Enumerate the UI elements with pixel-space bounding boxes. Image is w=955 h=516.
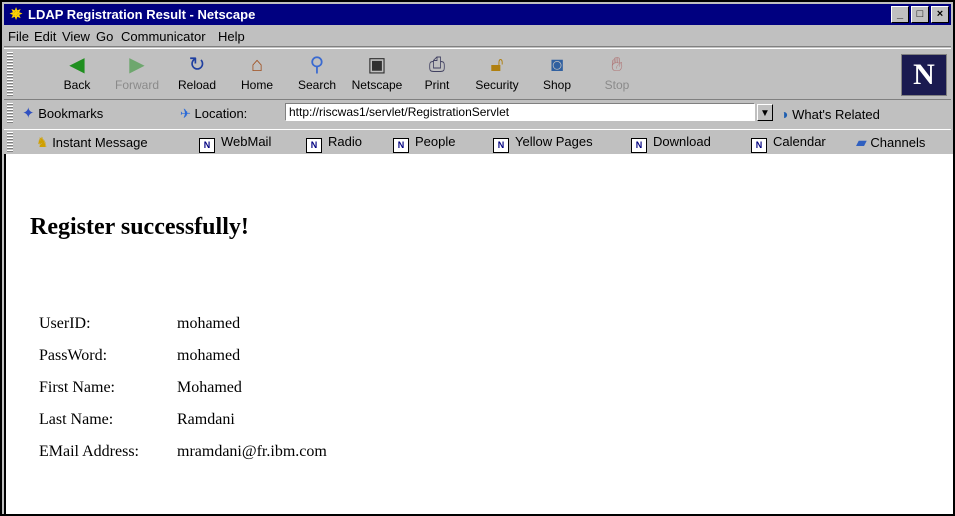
home-icon: ⌂ — [250, 54, 264, 76]
bookmark-page-icon: N — [751, 138, 767, 153]
field-label: PassWord: — [39, 347, 108, 364]
stop-icon: ✋︎ — [611, 54, 623, 76]
stop-button[interactable]: ✋︎ Stop — [588, 52, 646, 96]
personal-toolbar: ♞ Instant Message N WebMail N Radio N Peopl… — [4, 129, 951, 155]
location-toolbar-grip[interactable] — [7, 103, 13, 123]
field-row-last-name: Last Name: Ramdani — [39, 404, 235, 436]
shopping-bag-icon: ◙ — [550, 54, 564, 76]
location-dropdown-button[interactable]: ▼ — [757, 104, 773, 121]
calendar-link[interactable]: N Calendar — [751, 133, 826, 153]
bookmark-page-icon: N — [631, 138, 647, 153]
download-link[interactable]: N Download — [631, 133, 711, 153]
page-heading: Register successfully! — [30, 214, 249, 240]
bookmark-page-icon: N — [306, 138, 322, 153]
instant-message-link[interactable]: ♞ Instant Message — [36, 133, 148, 151]
reload-icon: ↻ — [188, 54, 206, 76]
home-button[interactable]: ⌂ Home — [228, 52, 286, 96]
printer-icon: ⎙ — [429, 54, 445, 76]
close-button[interactable]: × — [931, 6, 949, 23]
whats-related-button[interactable]: ◑ What's Related — [780, 105, 880, 123]
reload-button[interactable]: ↻ Reload — [168, 52, 226, 96]
security-button[interactable]: 🔓︎ Security — [468, 52, 526, 96]
field-value: mohamed — [177, 347, 241, 364]
netscape-app-icon: ✵ — [9, 6, 23, 23]
field-label: First Name: — [39, 379, 115, 396]
bookmark-page-icon: N — [393, 138, 409, 153]
menu-help[interactable]: Help — [218, 29, 245, 44]
forward-button[interactable]: ▶ Forward — [108, 52, 166, 96]
field-row-userid: UserID: mohamed — [39, 308, 240, 340]
field-label: EMail Address: — [39, 443, 139, 460]
toolbar-grip[interactable] — [7, 52, 13, 96]
instant-message-icon: ♞ — [36, 134, 49, 150]
menu-bar: File Edit View Go Communicator Help — [4, 26, 951, 47]
netscape-logo[interactable]: N — [901, 54, 947, 96]
whats-related-icon: ◑ — [780, 106, 789, 122]
location-input[interactable] — [285, 103, 755, 121]
field-row-email: EMail Address: mramdani@fr.ibm.com — [39, 436, 327, 468]
bookmark-page-icon: N — [199, 138, 215, 153]
search-icon: ⚲ — [309, 54, 325, 76]
location-label: ✈ Location: — [180, 106, 248, 121]
back-arrow-icon: ◀ — [69, 54, 85, 76]
title-bar[interactable]: ✵ LDAP Registration Result - Netscape _ … — [4, 4, 951, 25]
navigation-toolbar: ◀ Back ▶ Forward ↻ Reload ⌂ Home ⚲ Searc… — [4, 48, 951, 130]
field-label: UserID: — [39, 315, 91, 332]
window-title: LDAP Registration Result - Netscape — [28, 7, 256, 22]
field-row-password: PassWord: mohamed — [39, 340, 240, 372]
yellow-pages-link[interactable]: N Yellow Pages — [493, 133, 593, 153]
field-label: Last Name: — [39, 411, 114, 428]
my-netscape-icon: ▣ — [367, 54, 387, 76]
back-button[interactable]: ◀ Back — [48, 52, 106, 96]
menu-go[interactable]: Go — [96, 29, 113, 44]
menu-view[interactable]: View — [62, 29, 90, 44]
netscape-button[interactable]: ▣ Netscape — [348, 52, 406, 96]
maximize-button[interactable]: □ — [911, 6, 929, 23]
page-content: Register successfully! UserID: mohamed Pa… — [4, 154, 953, 514]
personal-toolbar-grip[interactable] — [7, 132, 13, 152]
forward-arrow-icon: ▶ — [129, 54, 145, 76]
lock-icon: 🔓︎ — [490, 54, 504, 76]
window-controls: _ □ × — [889, 6, 949, 23]
webmail-link[interactable]: N WebMail — [199, 133, 271, 153]
minimize-button[interactable]: _ — [891, 6, 909, 23]
page-proxy-icon[interactable]: ✈ — [180, 106, 191, 121]
search-button[interactable]: ⚲ Search — [288, 52, 346, 96]
radio-link[interactable]: N Radio — [306, 133, 362, 153]
bookmarks-icon: ✦ — [22, 105, 35, 122]
menu-edit[interactable]: Edit — [34, 29, 56, 44]
channels-link[interactable]: ▰ Channels — [856, 133, 925, 151]
field-value: mohamed — [177, 315, 241, 332]
menu-communicator[interactable]: Communicator — [121, 29, 206, 44]
bookmarks-button[interactable]: ✦ Bookmarks — [22, 105, 103, 123]
print-button[interactable]: ⎙ Print — [408, 52, 466, 96]
field-value: mramdani@fr.ibm.com — [177, 443, 327, 460]
shop-button[interactable]: ◙ Shop — [528, 52, 586, 96]
field-value: Ramdani — [177, 411, 235, 428]
location-toolbar: ✦ Bookmarks ✈ Location: ▼ ◑ What's Relat… — [4, 99, 951, 126]
field-row-first-name: First Name: Mohamed — [39, 372, 242, 404]
field-value: Mohamed — [177, 379, 242, 396]
channels-icon: ▰ — [856, 134, 867, 150]
menu-file[interactable]: File — [8, 29, 29, 44]
people-link[interactable]: N People — [393, 133, 455, 153]
browser-window: ✵ LDAP Registration Result - Netscape _ … — [0, 0, 955, 516]
bookmark-page-icon: N — [493, 138, 509, 153]
